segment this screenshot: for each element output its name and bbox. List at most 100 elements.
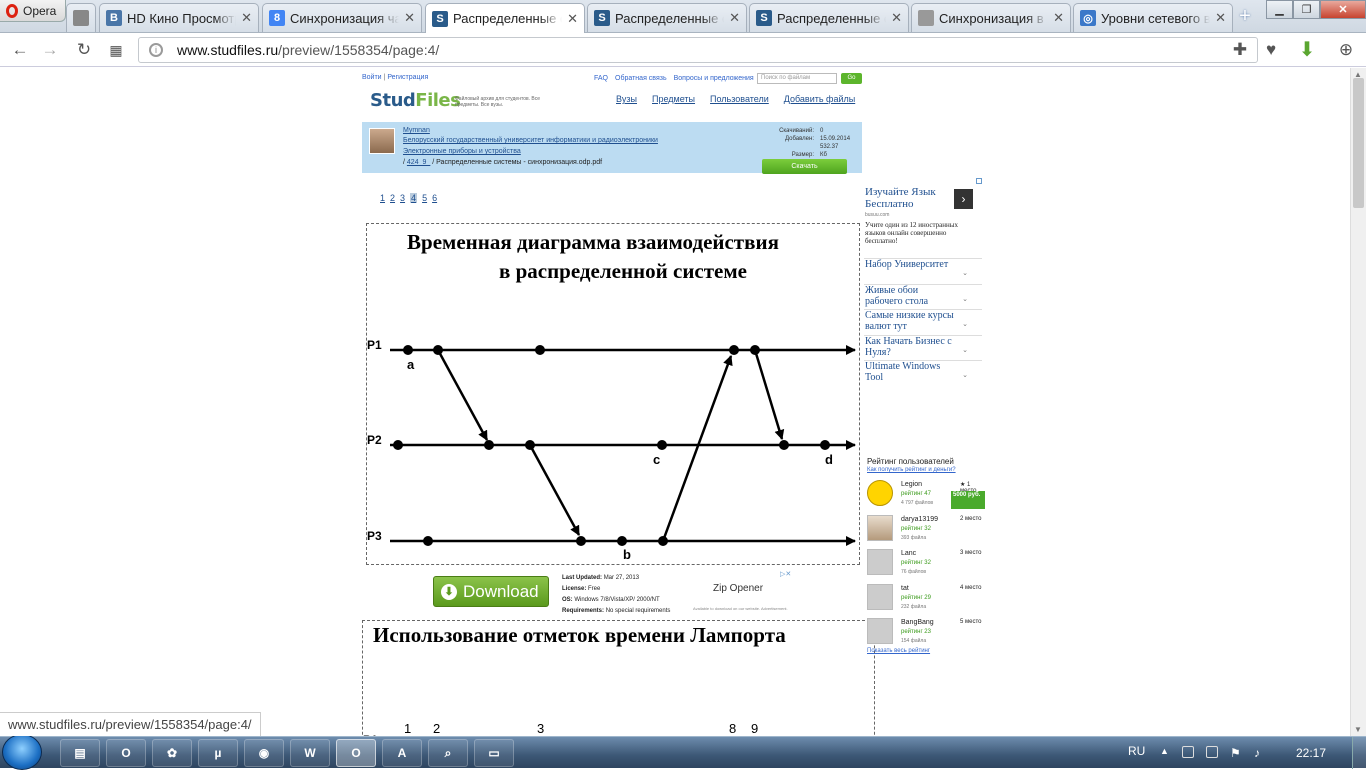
- window-icon[interactable]: ▭: [474, 739, 514, 767]
- file-search-input[interactable]: Поиск по файлам: [757, 73, 837, 84]
- minimize-button[interactable]: ▁: [1266, 0, 1293, 19]
- ad-download-button[interactable]: ⬇ Download: [433, 576, 549, 607]
- folder-link[interactable]: 424_9_: [407, 159, 430, 166]
- acrobat-icon[interactable]: A: [382, 739, 422, 767]
- close-tab-icon[interactable]: ✕: [404, 10, 415, 26]
- browser-tab[interactable]: Синхронизация в р ✕: [911, 3, 1071, 32]
- page-link-1[interactable]: 1: [380, 193, 385, 203]
- register-link[interactable]: Регистрация: [387, 74, 428, 81]
- sidebar-ad-link[interactable]: Набор Университет ⌄: [864, 258, 982, 283]
- network-icon[interactable]: [1206, 746, 1218, 758]
- user-avatar[interactable]: [867, 618, 893, 644]
- status-bar-url: www.studfiles.ru/preview/1558354/page:4/: [0, 712, 261, 736]
- show-all-rating-link[interactable]: Показать весь рейтинг: [867, 648, 930, 654]
- nav-users[interactable]: Пользователи: [710, 94, 769, 104]
- bookmark-heart-icon[interactable]: ♥: [1261, 40, 1281, 60]
- ad-arrow-button[interactable]: ›: [954, 189, 973, 209]
- extensions-icon[interactable]: ✚: [1230, 40, 1250, 60]
- tray-expand-icon[interactable]: ▲: [1160, 746, 1169, 756]
- opera-icon[interactable]: O: [106, 739, 146, 767]
- feedback-link[interactable]: Обратная связь: [615, 75, 667, 82]
- user-name[interactable]: Legion: [901, 481, 922, 488]
- utorrent-icon[interactable]: µ: [198, 739, 238, 767]
- ad-product-name[interactable]: Zip Opener: [713, 583, 763, 594]
- downloads-icon[interactable]: ⊕: [1336, 40, 1356, 60]
- university-link[interactable]: Белорусский государственный университет …: [403, 137, 658, 144]
- user-avatar[interactable]: [867, 549, 893, 575]
- browser-tab[interactable]: [66, 3, 96, 32]
- browser-tab[interactable]: B HD Кино Просмотр ✕: [99, 3, 259, 32]
- language-indicator[interactable]: RU: [1128, 744, 1145, 758]
- sidebar-ad-link[interactable]: Как Начать Бизнес с Нуля? ⌄: [864, 334, 982, 360]
- sidebar-ad-link[interactable]: Самые низкие курсы валют тут ⌄: [864, 309, 982, 334]
- opera-active-icon[interactable]: O: [336, 739, 376, 767]
- new-tab-button[interactable]: +: [1236, 6, 1254, 26]
- uploader-avatar[interactable]: [369, 128, 395, 154]
- page-link-6[interactable]: 6: [432, 193, 437, 203]
- search-go-button[interactable]: Go: [841, 73, 862, 84]
- close-tab-icon[interactable]: ✕: [241, 10, 252, 26]
- address-bar[interactable]: i www.studfiles.ru/preview/1558354/page:…: [138, 37, 1258, 63]
- subject-link[interactable]: Электронные приборы и устройства: [403, 148, 521, 155]
- browser-tab[interactable]: S Распределенные си ✕: [587, 3, 747, 32]
- nav-universities[interactable]: Вузы: [616, 94, 637, 104]
- chrome-icon[interactable]: ◉: [244, 739, 284, 767]
- page-link-5[interactable]: 5: [422, 193, 427, 203]
- icq-icon[interactable]: ✿: [152, 739, 192, 767]
- adchoices-icon[interactable]: [976, 178, 982, 184]
- user-name[interactable]: Lanc: [901, 550, 916, 557]
- maximize-button[interactable]: ❐: [1293, 0, 1320, 19]
- browser-tab[interactable]: S Распределенные си ✕: [425, 3, 585, 33]
- user-avatar[interactable]: [867, 583, 893, 610]
- clock[interactable]: 22:17: [1296, 746, 1326, 760]
- show-desktop-button[interactable]: [1352, 737, 1366, 769]
- tray-app-icon[interactable]: [1182, 746, 1194, 758]
- start-button[interactable]: [2, 734, 42, 770]
- login-link[interactable]: Войти: [362, 74, 382, 81]
- user-name[interactable]: BangBang: [901, 619, 934, 626]
- sidebar-ad-link[interactable]: Живые обои рабочего стола ⌄: [864, 283, 982, 309]
- close-tab-icon[interactable]: ✕: [1215, 10, 1226, 26]
- search-tool-icon[interactable]: ⌕: [428, 739, 468, 767]
- download-file-button[interactable]: Скачать: [762, 159, 847, 174]
- user-avatar[interactable]: [867, 480, 893, 506]
- page-link-4[interactable]: 4: [410, 193, 418, 203]
- close-window-button[interactable]: ✕: [1320, 0, 1366, 19]
- nav-subjects[interactable]: Предметы: [652, 94, 695, 104]
- volume-icon[interactable]: ♪: [1254, 746, 1266, 760]
- forward-icon[interactable]: →: [40, 40, 60, 60]
- site-info-icon[interactable]: i: [149, 43, 163, 57]
- back-icon[interactable]: ←: [10, 40, 30, 60]
- user-avatar[interactable]: [867, 514, 893, 541]
- close-tab-icon[interactable]: ✕: [567, 11, 578, 27]
- rating-how-link[interactable]: Как получить рейтинг и деньги?: [867, 467, 956, 473]
- vertical-scrollbar[interactable]: ▲ ▼: [1350, 68, 1366, 736]
- adchoices-icon[interactable]: ▷✕: [780, 570, 791, 578]
- scrollbar-thumb[interactable]: [1353, 78, 1364, 208]
- uploader-link[interactable]: Mymnan: [403, 127, 430, 134]
- page-link-2[interactable]: 2: [390, 193, 395, 203]
- explorer-icon[interactable]: ▤: [60, 739, 100, 767]
- browser-tab[interactable]: S Распределенные си ✕: [749, 3, 909, 32]
- ad-headline[interactable]: Изучайте Язык Бесплатно: [865, 186, 945, 210]
- word-icon[interactable]: W: [290, 739, 330, 767]
- studfiles-logo[interactable]: StudFiles: [370, 90, 461, 111]
- action-center-flag-icon[interactable]: ⚑: [1230, 746, 1242, 760]
- close-tab-icon[interactable]: ✕: [891, 10, 902, 26]
- opera-menu-button[interactable]: Opera: [0, 0, 66, 22]
- download-extension-icon[interactable]: ⬇: [1297, 40, 1317, 60]
- reload-icon[interactable]: ↻: [74, 40, 94, 60]
- suggestions-link[interactable]: Вопросы и предложения: [674, 75, 754, 82]
- browser-tab[interactable]: ◎ Уровни сетевого вз ✕: [1073, 3, 1233, 32]
- close-tab-icon[interactable]: ✕: [1053, 10, 1064, 26]
- user-name[interactable]: tat: [901, 585, 909, 592]
- scroll-down-icon[interactable]: ▼: [1354, 725, 1362, 734]
- close-tab-icon[interactable]: ✕: [729, 10, 740, 26]
- sidebar-ad-link[interactable]: Ultimate Windows Tool ⌄: [864, 360, 982, 385]
- browser-tab[interactable]: 8 Синхронизация час ✕: [262, 3, 422, 32]
- page-link-3[interactable]: 3: [400, 193, 405, 203]
- user-name[interactable]: darya13199: [901, 516, 938, 523]
- nav-add-files[interactable]: Добавить файлы: [784, 94, 855, 104]
- speed-dial-icon[interactable]: ▦: [106, 40, 126, 60]
- faq-link[interactable]: FAQ: [594, 75, 608, 82]
